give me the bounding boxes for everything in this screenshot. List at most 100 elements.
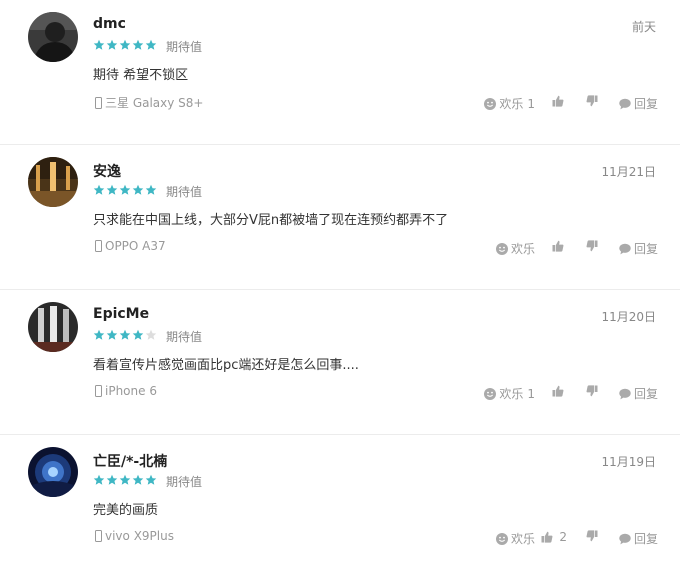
star-icon [119, 39, 131, 50]
dislike-button[interactable] [586, 530, 601, 542]
device-info: iPhone 6 [95, 384, 157, 398]
star-icon [106, 184, 118, 195]
star-empty-icon [145, 329, 157, 340]
user-name[interactable]: 安逸 [93, 161, 121, 181]
user-name[interactable]: dmc [93, 16, 126, 32]
comment-icon [619, 98, 631, 109]
funny-button[interactable]: 欢乐 1 [484, 95, 535, 112]
star-icon [145, 474, 157, 485]
device-name: OPPO A37 [105, 239, 166, 253]
reply-button[interactable]: 回复 [619, 95, 658, 112]
smile-icon [484, 97, 497, 110]
funny-button[interactable]: 欢乐 [495, 530, 535, 547]
smile-icon [495, 242, 508, 255]
reply-button[interactable]: 回复 [619, 530, 658, 547]
user-name[interactable]: 亡臣/*-北楠 [93, 451, 167, 471]
like-count: 2 [559, 530, 567, 544]
star-icon [119, 329, 131, 340]
reply-label: 回复 [633, 387, 658, 401]
review-content: 完美的画质 [93, 503, 159, 518]
phone-icon [95, 530, 102, 542]
star-icon [106, 39, 118, 50]
device-name: iPhone 6 [105, 384, 157, 398]
avatar[interactable] [28, 12, 78, 62]
thumbs-up-icon [552, 385, 564, 397]
star-rating [93, 329, 158, 341]
user-name[interactable]: EpicMe [93, 306, 149, 322]
funny-count: 1 [527, 96, 535, 111]
review-date: 11月19日 [601, 455, 656, 469]
funny-button[interactable]: 欢乐 1 [484, 385, 535, 402]
review-date: 前天 [631, 20, 656, 34]
star-icon [132, 329, 144, 340]
reply-label: 回复 [633, 242, 658, 256]
reply-button[interactable]: 回复 [619, 385, 658, 402]
thumbs-down-icon [586, 385, 598, 397]
star-icon [119, 474, 131, 485]
like-button[interactable] [552, 385, 567, 397]
device-info: 三星 Galaxy S8+ [95, 94, 203, 111]
star-icon [93, 184, 105, 195]
funny-count: 1 [527, 386, 535, 401]
like-button[interactable] [552, 95, 567, 107]
star-icon [145, 184, 157, 195]
rating-label: 期待值 [166, 330, 203, 344]
star-rating [93, 184, 158, 196]
avatar[interactable] [28, 302, 78, 352]
reply-label: 回复 [633, 532, 658, 546]
review-item: dmc 前天 期待值 期待 希望不锁区 三星 Galaxy S8+ 欢乐 1 回… [0, 0, 680, 145]
star-icon [132, 184, 144, 195]
review-date: 11月20日 [601, 310, 656, 324]
avatar[interactable] [28, 447, 78, 497]
reply-button[interactable]: 回复 [619, 240, 658, 257]
star-icon [106, 329, 118, 340]
device-info: OPPO A37 [95, 239, 166, 253]
thumbs-down-icon [586, 240, 598, 252]
dislike-button[interactable] [586, 385, 601, 397]
comment-icon [619, 533, 631, 544]
device-info: vivo X9Plus [95, 529, 174, 543]
star-icon [145, 39, 157, 50]
rating-label: 期待值 [166, 475, 203, 489]
dislike-button[interactable] [586, 240, 601, 252]
star-icon [106, 474, 118, 485]
review-content: 只求能在中国上线，大部分V屁n都被墙了现在连预约都弄不了 [93, 213, 449, 228]
star-icon [119, 184, 131, 195]
thumbs-up-icon [552, 95, 564, 107]
review-date: 11月21日 [601, 165, 656, 179]
review-item: EpicMe 11月20日 期待值 看着宣传片感觉画面比pc端还好是怎么回事..… [0, 290, 680, 435]
thumbs-down-icon [586, 530, 598, 542]
review-item: 安逸 11月21日 期待值 只求能在中国上线，大部分V屁n都被墙了现在连预约都弄… [0, 145, 680, 290]
comment-icon [619, 243, 631, 254]
review-item: 亡臣/*-北楠 11月19日 期待值 完美的画质 vivo X9Plus 欢乐 … [0, 435, 680, 580]
funny-label: 欢乐 [499, 97, 524, 111]
rating-label: 期待值 [166, 40, 203, 54]
dislike-button[interactable] [586, 95, 601, 107]
avatar[interactable] [28, 157, 78, 207]
thumbs-down-icon [586, 95, 598, 107]
star-icon [93, 39, 105, 50]
rating-label: 期待值 [166, 185, 203, 199]
star-icon [132, 474, 144, 485]
star-icon [93, 474, 105, 485]
funny-label: 欢乐 [510, 532, 535, 546]
like-button[interactable] [552, 240, 567, 252]
phone-icon [95, 96, 102, 109]
thumbs-up-icon [552, 240, 564, 252]
device-name: vivo X9Plus [105, 529, 174, 543]
star-rating [93, 39, 158, 51]
star-rating [93, 474, 158, 486]
smile-icon [484, 387, 497, 400]
star-icon [132, 39, 144, 50]
thumbs-up-icon [541, 531, 553, 543]
funny-label: 欢乐 [499, 387, 524, 401]
funny-button[interactable]: 欢乐 [495, 240, 535, 257]
like-button[interactable]: 2 [541, 530, 567, 544]
device-name: 三星 Galaxy S8+ [105, 96, 204, 110]
star-icon [93, 329, 105, 340]
review-content: 看着宣传片感觉画面比pc端还好是怎么回事.... [93, 358, 359, 373]
phone-icon [95, 385, 102, 397]
funny-label: 欢乐 [510, 242, 535, 256]
reply-label: 回复 [633, 97, 658, 111]
review-content: 期待 希望不锁区 [93, 68, 189, 83]
